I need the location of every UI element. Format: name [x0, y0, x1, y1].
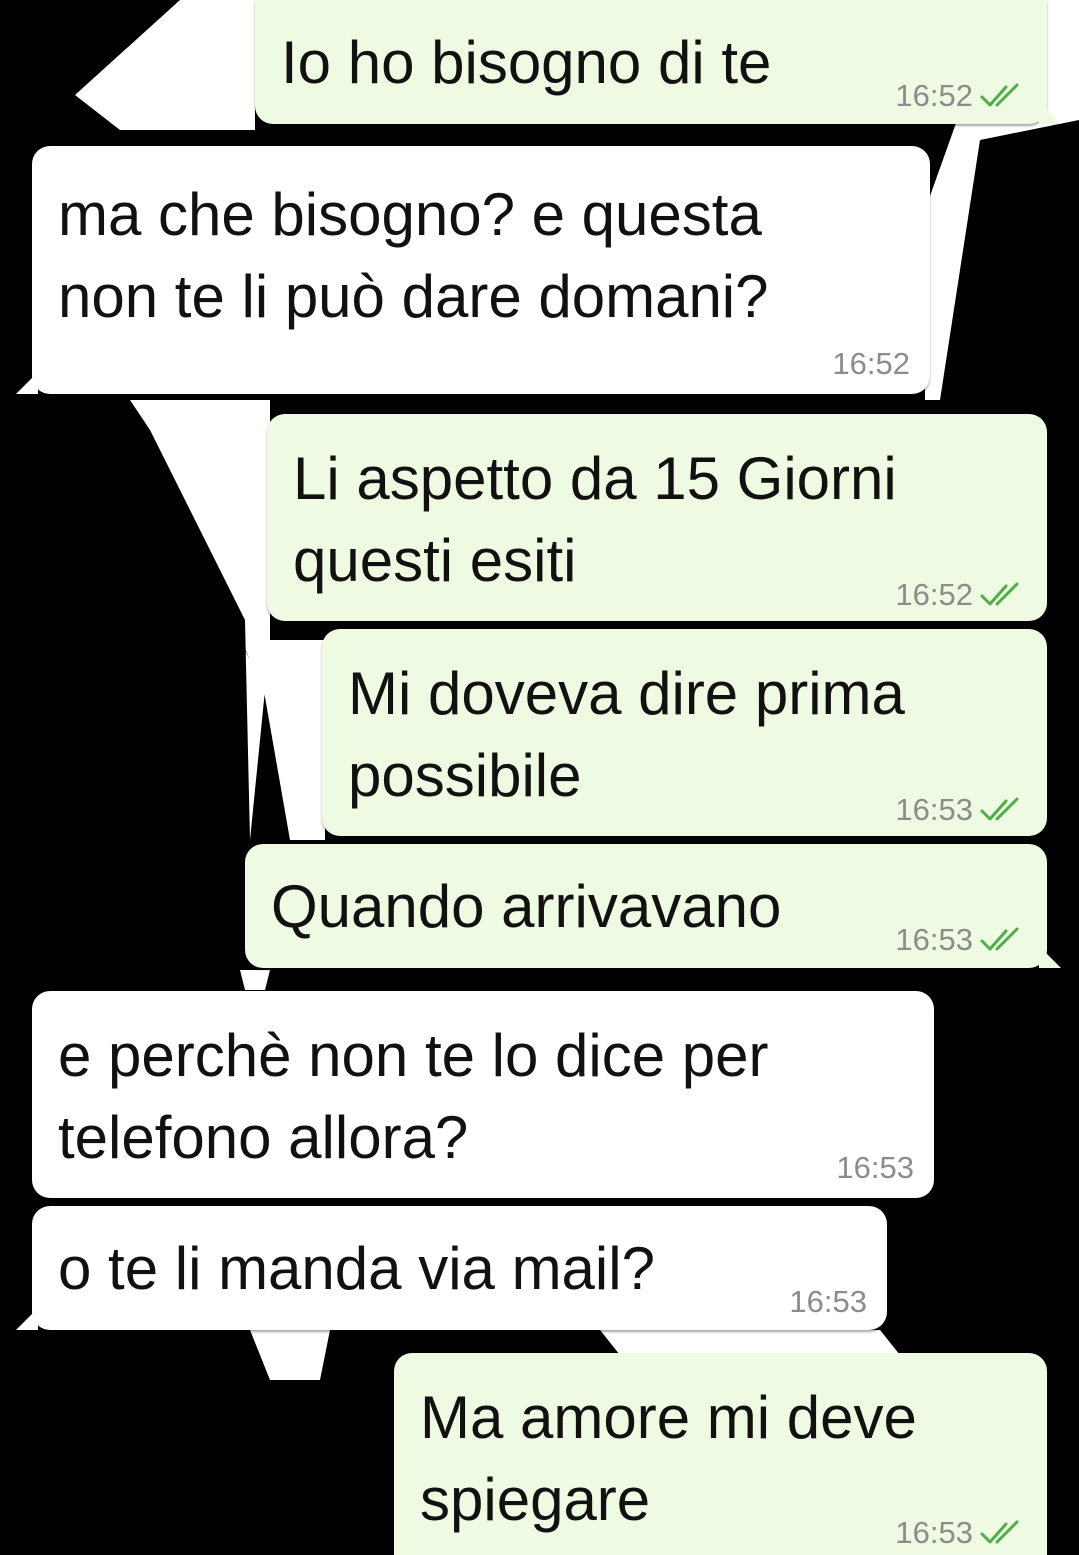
bubble-tail — [1039, 102, 1061, 124]
double-check-icon — [980, 797, 1019, 821]
message-time: 16:52 — [832, 346, 910, 381]
message-time: 16:52 — [895, 577, 973, 612]
message-meta: 16:52 — [895, 577, 1027, 613]
message-bubble-outgoing[interactable]: Mi doveva dire prima possibile 16:53 — [322, 629, 1047, 836]
message-time: 16:53 — [895, 922, 973, 957]
message-time: 16:53 — [895, 1515, 973, 1550]
bubble-tail — [1039, 946, 1061, 968]
message-text: Li aspetto da 15 Giorni questi esiti — [293, 445, 897, 594]
message-text: e perchè non te lo dice per telefono all… — [58, 1022, 769, 1171]
message-list[interactable]: Io ho bisogno di te 16:52 ma che bisogno… — [0, 0, 1079, 1555]
double-check-icon — [980, 1520, 1019, 1544]
message-time: 16:53 — [836, 1150, 914, 1185]
message-text: Quando arrivavano — [271, 873, 782, 940]
message-bubble-outgoing[interactable]: Ma amore mi deve spiegare 16:53 — [394, 1353, 1047, 1555]
message-bubble-outgoing[interactable]: Quando arrivavano 16:53 — [245, 844, 1061, 968]
message-meta: 16:53 — [789, 1284, 867, 1320]
message-bubble-outgoing[interactable]: Io ho bisogno di te 16:52 — [255, 0, 1061, 124]
message-meta: 16:53 — [836, 1150, 914, 1186]
message-text: ma che bisogno? e questa non te li può d… — [58, 181, 769, 330]
message-text: Io ho bisogno di te — [281, 29, 772, 96]
message-time: 16:53 — [789, 1284, 867, 1319]
double-check-icon — [980, 582, 1019, 606]
message-text: o te li manda via mail? — [58, 1235, 655, 1302]
message-text: Ma amore mi deve spiegare — [420, 1384, 917, 1533]
message-time: 16:52 — [895, 78, 973, 113]
message-time: 16:53 — [895, 792, 973, 827]
message-meta: 16:53 — [895, 792, 1027, 828]
bubble-tail — [16, 372, 38, 394]
message-bubble-incoming[interactable]: e perchè non te lo dice per telefono all… — [32, 991, 934, 1198]
bubble-tail — [16, 1308, 38, 1330]
message-meta: 16:53 — [895, 1515, 1027, 1551]
double-check-icon — [980, 83, 1019, 107]
message-text: Mi doveva dire prima possibile — [348, 660, 905, 809]
double-check-icon — [980, 927, 1019, 951]
message-bubble-outgoing[interactable]: Li aspetto da 15 Giorni questi esiti 16:… — [267, 414, 1047, 621]
message-meta: 16:52 — [895, 78, 1027, 114]
message-bubble-incoming[interactable]: o te li manda via mail? 16:53 — [16, 1206, 887, 1330]
message-meta: 16:52 — [832, 346, 910, 382]
message-meta: 16:53 — [895, 922, 1027, 958]
message-bubble-incoming[interactable]: ma che bisogno? e questa non te li può d… — [16, 146, 930, 394]
